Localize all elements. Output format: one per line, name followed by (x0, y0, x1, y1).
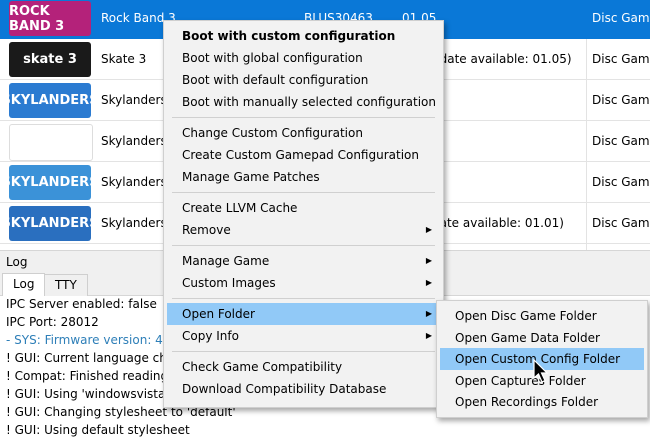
menu-item-boot-with-custom-configuration[interactable]: Boot with custom configuration (167, 25, 440, 47)
menu-item-open-disc-game-folder[interactable]: Open Disc Game Folder (440, 305, 644, 327)
game-context-menu: Boot with custom configuration Boot with … (163, 20, 444, 408)
skylanders-giants-icon: SKYLANDERS (1, 83, 99, 118)
menu-item-remove[interactable]: Remove ▶ (167, 219, 440, 241)
menu-item-custom-images[interactable]: Custom Images ▶ (167, 272, 440, 294)
submenu-arrow-icon: ▶ (425, 278, 432, 287)
game-version: date available: 01.01) (432, 216, 564, 230)
menu-item-label: Create Custom Gamepad Configuration (182, 148, 419, 162)
menu-item-copy-info[interactable]: Copy Info ▶ (167, 325, 440, 347)
menu-item-label: Open Folder (182, 307, 255, 321)
menu-item-label: Create LLVM Cache (182, 201, 298, 215)
rock-band-3-deluxe-icon: ROCK BAND 3 (9, 1, 91, 36)
game-category: Disc Game (592, 216, 650, 230)
menu-item-boot-with-global-configuration[interactable]: Boot with global configuration (167, 47, 440, 69)
skylanders-trap-team-icon: SKYLANDERS (1, 206, 99, 241)
menu-item-label: Manage Game Patches (182, 170, 320, 184)
game-category: Disc Game (592, 11, 650, 25)
menu-item-label: Manage Game (182, 254, 270, 268)
submenu-arrow-icon: ▶ (425, 331, 432, 340)
log-line: IPC Port: 28012 (6, 315, 99, 329)
menu-item-label: Download Compatibility Database (182, 382, 387, 396)
menu-separator (172, 351, 435, 352)
log-line: ! Compat: Finished reading d (6, 369, 180, 383)
game-title: Skylanders (101, 175, 167, 189)
game-version: pdate available: 01.05) (432, 52, 572, 66)
log-line: ! GUI: Using 'windowsvista' as (6, 387, 187, 401)
game-category: Disc Game (592, 134, 650, 148)
skylanders-swap-force-icon: SKYLANDERS (1, 165, 99, 200)
menu-item-label: Boot with custom configuration (182, 29, 396, 43)
log-line: ! GUI: Using default stylesheet (6, 423, 190, 437)
menu-separator (172, 117, 435, 118)
menu-item-label: Open Disc Game Folder (455, 309, 597, 323)
game-category: Disc Game (592, 52, 650, 66)
log-line: ! GUI: Current language chan (6, 351, 182, 365)
menu-item-label: Boot with manually selected configuratio… (182, 95, 436, 109)
submenu-arrow-icon: ▶ (425, 309, 432, 318)
menu-item-boot-with-default-configuration[interactable]: Boot with default configuration (167, 69, 440, 91)
menu-item-check-game-compatibility[interactable]: Check Game Compatibility (167, 356, 440, 378)
menu-separator (172, 245, 435, 246)
game-title: Skylanders (101, 93, 167, 107)
menu-item-create-llvm-cache[interactable]: Create LLVM Cache (167, 197, 440, 219)
game-title: Skate 3 (101, 52, 147, 66)
mouse-pointer-icon (533, 359, 549, 383)
tab-tty[interactable]: TTY (44, 274, 88, 296)
menu-item-label: Check Game Compatibility (182, 360, 343, 374)
menu-item-open-game-data-folder[interactable]: Open Game Data Folder (440, 327, 644, 349)
game-title: Skylanders (101, 216, 167, 230)
menu-item-label: Boot with global configuration (182, 51, 363, 65)
game-category: Disc Game (592, 175, 650, 189)
menu-item-label: Open Game Data Folder (455, 330, 600, 345)
game-category: Disc Game (592, 93, 650, 107)
menu-item-create-custom-gamepad-configuration[interactable]: Create Custom Gamepad Configuration (167, 144, 440, 166)
menu-item-change-custom-configuration[interactable]: Change Custom Configuration (167, 122, 440, 144)
log-panel-title: Log (6, 255, 28, 269)
menu-item-manage-game-patches[interactable]: Manage Game Patches (167, 166, 440, 188)
menu-item-label: Open Captures Folder (455, 373, 586, 388)
menu-separator (172, 298, 435, 299)
menu-item-label: Custom Images (182, 276, 276, 290)
menu-separator (172, 192, 435, 193)
log-line: IPC Server enabled: false (6, 297, 157, 311)
skylanders-elements-icon (9, 124, 93, 161)
menu-item-manage-game[interactable]: Manage Game ▶ (167, 250, 440, 272)
tab-log[interactable]: Log (2, 273, 46, 297)
submenu-arrow-icon: ▶ (425, 256, 432, 265)
menu-item-download-compatibility-database[interactable]: Download Compatibility Database (167, 378, 440, 400)
game-title: Skylanders (101, 134, 167, 148)
skate-3-icon: skate 3 (9, 42, 91, 77)
menu-item-label: Change Custom Configuration (182, 126, 363, 140)
menu-item-open-folder[interactable]: Open Folder ▶ (167, 303, 440, 325)
menu-item-label: Open Recordings Folder (455, 395, 599, 409)
menu-item-label: Remove (182, 223, 231, 237)
menu-item-label: Copy Info (182, 329, 239, 343)
menu-item-label: Boot with default configuration (182, 73, 369, 87)
submenu-arrow-icon: ▶ (425, 225, 432, 234)
menu-item-boot-with-manually-selected-configuration[interactable]: Boot with manually selected configuratio… (167, 91, 440, 113)
log-line: - SYS: Firmware version: 4.92 (6, 333, 182, 347)
menu-item-open-recordings-folder[interactable]: Open Recordings Folder (440, 391, 644, 413)
